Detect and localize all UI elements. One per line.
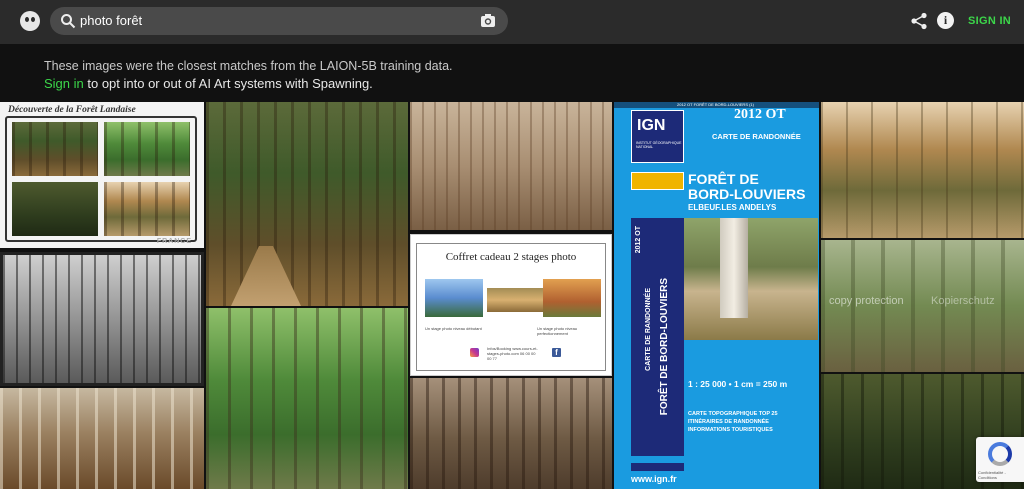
- image-result-green-forest[interactable]: [206, 308, 408, 489]
- top-bar: photo forêt i SIGN IN: [0, 0, 1024, 44]
- search-bar[interactable]: photo forêt: [50, 7, 508, 35]
- ign-logo: IGN INSTITUT GÉOGRAPHIQUE NATIONAL: [631, 110, 684, 163]
- ign-title-line-1: FORÊT DE: [688, 171, 759, 187]
- image-result-ign-map[interactable]: 2012 OT FORÊT DE BORD-LOUVIERS (1) IGN I…: [614, 102, 819, 489]
- ign-series: CARTE DE RANDONNÉE: [712, 132, 801, 141]
- postcard-frame: [5, 116, 197, 242]
- ign-top25: CARTE TOPOGRAPHIQUE TOP 25: [688, 411, 778, 417]
- recaptcha-text[interactable]: Confidentialité - Conditions: [978, 470, 1024, 480]
- info-icon[interactable]: i: [937, 12, 954, 29]
- facebook-icon: f: [552, 348, 561, 357]
- ign-side-code: 2012 OT: [635, 226, 642, 254]
- ign-side-label: CARTE DE RANDONNÉE: [645, 288, 652, 371]
- ign-url: www.ign.fr: [631, 474, 677, 484]
- postcard-photo-3: [12, 182, 98, 236]
- notice-line-2: Sign in to opt into or out of AI Art sys…: [44, 75, 453, 93]
- coffret-frame: Coffret cadeau 2 stages photo Un stage p…: [416, 243, 606, 371]
- ign-details: CARTE TOPOGRAPHIQUE TOP 25 ITINÉRAIRES D…: [688, 410, 778, 434]
- share-icon[interactable]: [910, 12, 928, 30]
- training-data-notice: These images were the closest matches fr…: [44, 57, 453, 93]
- image-results-grid: Découverte de la Forêt Landaise FRANCE C…: [0, 102, 1024, 489]
- logo-icon[interactable]: [20, 11, 40, 31]
- ign-logo-text: IGN: [637, 117, 666, 134]
- postcard-photo-4: [104, 182, 190, 236]
- instagram-icon: [470, 348, 479, 357]
- watermark-left: copy protection: [829, 295, 904, 307]
- image-result-postcard[interactable]: Découverte de la Forêt Landaise FRANCE: [0, 102, 204, 248]
- ign-title: FORÊT DE BORD-LOUVIERS: [688, 172, 805, 202]
- coffret-photo-2: [487, 288, 545, 312]
- coffret-photo-1: [425, 279, 483, 317]
- sign-in-button[interactable]: SIGN IN: [968, 15, 1011, 27]
- ign-code: 2012 OT: [734, 107, 786, 122]
- image-result-autumn-trunks[interactable]: [0, 388, 204, 489]
- notice-line-2-text: to opt into or out of AI Art systems wit…: [83, 76, 373, 91]
- recaptcha-badge[interactable]: Confidentialité - Conditions: [976, 437, 1024, 482]
- recaptcha-icon: [988, 442, 1012, 466]
- ign-bottom-strip: [631, 463, 684, 471]
- search-input[interactable]: photo forêt: [80, 13, 142, 28]
- image-result-dirt-road[interactable]: [821, 102, 1024, 238]
- tree-trunk: [720, 218, 748, 318]
- ign-badge: [631, 172, 684, 190]
- search-icon[interactable]: [60, 13, 76, 29]
- ign-title-line-2: BORD-LOUVIERS: [688, 186, 806, 202]
- image-result-bw-forest[interactable]: [0, 252, 204, 386]
- image-result-watermarked[interactable]: copy protection Kopierschutz: [821, 240, 1024, 372]
- postcard-title: Découverte de la Forêt Landaise: [8, 105, 136, 115]
- ign-detail-line-2: INFORMATIONS TOURISTIQUES: [688, 427, 773, 433]
- coffret-caption-left: Un stage photo niveau débutant: [425, 326, 482, 331]
- postcard-photo-2: [104, 122, 190, 176]
- ign-scale: 1 : 25 000 • 1 cm = 250 m: [688, 379, 788, 389]
- ign-side-title: FORÊT DE BORD-LOUVIERS: [659, 278, 670, 416]
- sign-in-link[interactable]: Sign in: [44, 76, 84, 91]
- image-result-sepia-postcard[interactable]: [410, 102, 612, 230]
- ign-detail-line-1: ITINÉRAIRES DE RANDONNÉE: [688, 419, 769, 425]
- coffret-title: Coffret cadeau 2 stages photo: [445, 251, 577, 263]
- ign-logo-subtitle: INSTITUT GÉOGRAPHIQUE NATIONAL: [636, 141, 682, 149]
- postcard-photo-1: [12, 122, 98, 176]
- ign-subtitle: ELBEUF.LES ANDELYS: [688, 203, 777, 212]
- coffret-caption-right: Un stage photo niveau perfectionnement: [537, 326, 578, 336]
- image-result-coffret[interactable]: Coffret cadeau 2 stages photo Un stage p…: [410, 234, 612, 376]
- camera-icon[interactable]: [480, 13, 496, 28]
- image-result-sepia-forest[interactable]: [410, 378, 612, 489]
- ign-cover-photo: [684, 218, 818, 340]
- notice-line-1: These images were the closest matches fr…: [44, 59, 453, 73]
- ign-side-band: 2012 OT CARTE DE RANDONNÉE FORÊT DE BORD…: [631, 218, 684, 456]
- watermark-right: Kopierschutz: [931, 295, 995, 307]
- coffret-photo-3: [543, 279, 601, 317]
- postcard-footer: FRANCE: [156, 238, 192, 245]
- image-result-forest-path[interactable]: [206, 102, 408, 306]
- coffret-contact: Infos/Booking www.cours-et-stages-photo.…: [487, 346, 538, 361]
